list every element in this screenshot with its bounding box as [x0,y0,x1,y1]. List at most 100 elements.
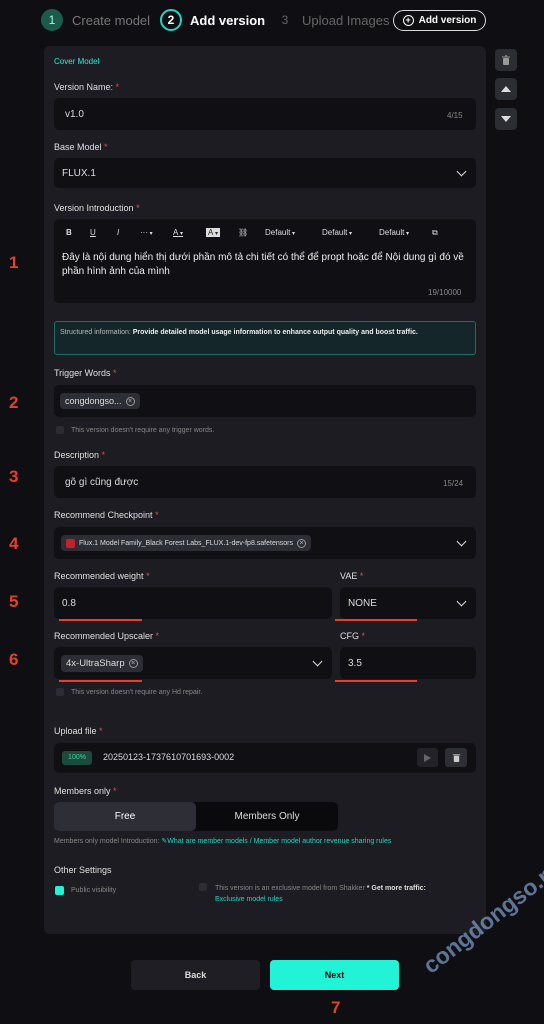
caret-down-icon: ▾ [290,231,296,237]
upscaler-chip-label: 4x-UltraSharp [66,658,125,669]
step-2-label[interactable]: Add version [190,13,265,28]
description-label: Description * [54,450,106,460]
recommended-upscaler-label: Recommended Upscaler * [54,631,160,641]
add-version-label: Add version [418,15,477,26]
play-button[interactable] [417,748,438,767]
no-hd-repair-checkbox[interactable] [56,688,64,696]
caret-down-icon: ▾ [148,231,153,237]
trash-icon [452,753,460,762]
upload-progress-badge: 100% [62,751,92,765]
annotation-marker-4: 4 [9,534,19,553]
annotation-marker-3: 3 [9,467,19,486]
close-icon[interactable]: × [125,396,135,406]
underline-button[interactable]: U [90,228,96,237]
cfg-label: CFG * [340,631,366,641]
public-visibility-label: Public visibility [71,887,117,894]
annotation-marker-7: 7 [331,998,341,1017]
annotation-underline [59,680,142,682]
section-title: Cover Model [54,57,100,66]
base-model-value: FLUX.1 [62,168,96,179]
annotation-underline [335,619,417,621]
delete-file-button[interactable] [445,748,467,767]
annotation-underline [59,619,142,621]
base-model-select[interactable] [54,158,476,188]
exclusive-rules-link[interactable]: Exclusive model rules [215,896,283,903]
description-count: 15/24 [443,479,464,488]
caret-down-icon: ▾ [347,231,353,237]
no-trigger-words-note: This version doesn't require any trigger… [71,427,215,434]
move-down-button[interactable] [495,108,517,130]
recommended-weight-label: Recommended weight * [54,571,150,581]
play-icon [424,753,431,762]
version-intro-text: Đây là nội dung hiển thị dưới phần mô tả… [62,252,464,277]
step-3-label[interactable]: Upload Images [302,13,389,28]
close-icon[interactable]: × [296,538,306,548]
other-settings-label: Other Settings [54,865,112,875]
vae-label: VAE * [340,571,364,581]
public-visibility-checkbox[interactable] [55,886,64,895]
caret-up-icon [501,86,511,92]
member-rules-link[interactable]: ✎What are member models / Member model a… [161,838,391,845]
line-height-select[interactable]: Default ▾ [379,228,409,237]
link-icon[interactable]: ⛓ [238,228,248,237]
insert-image-icon[interactable]: ⧉ [432,228,438,238]
no-hd-repair-note: This version doesn't require any Hd repa… [71,689,203,696]
exclusive-text: This version is an exclusive model from … [215,885,426,903]
step-1-number: 1 [41,9,63,31]
base-model-label: Base Model * [54,142,108,152]
exclusive-checkbox[interactable] [199,883,207,891]
step-2-number: 2 [160,9,182,31]
version-name-count: 4/15 [447,111,463,120]
version-name-label: Version Name: * [54,82,120,92]
trigger-words-label: Trigger Words * [54,368,117,378]
font-color-button[interactable]: A ▾ [173,228,183,237]
annotation-marker-1: 1 [9,253,19,272]
version-intro-label: Version Introduction * [54,203,140,213]
trash-icon [502,54,510,65]
members-intro: Members only model Introduction: ✎What a… [54,838,392,845]
checkpoint-logo-icon [66,538,75,548]
back-button[interactable]: Back [131,960,260,990]
cfg-value: 3.5 [348,658,362,669]
version-name-input[interactable] [54,98,476,130]
delete-version-button[interactable] [495,49,517,71]
annotation-marker-2: 2 [9,393,19,412]
upscaler-chip[interactable]: 4x-UltraSharp × [61,655,143,672]
no-trigger-words-checkbox[interactable] [56,426,64,434]
more-button[interactable]: ··· ▾ [140,228,153,237]
trigger-word-chip[interactable]: congdongso... × [60,393,140,409]
add-version-button[interactable]: + Add version [393,10,486,31]
caret-down-icon [501,116,511,122]
version-name-value: v1.0 [65,109,84,120]
description-value: gõ gì cũng được [65,477,139,488]
italic-button[interactable]: I [117,228,119,237]
upload-filename: 20250123-1737610701693-0002 [103,752,235,762]
bold-button[interactable]: B [66,228,72,237]
bg-color-button[interactable]: A ▾ [206,228,221,237]
annotation-marker-5: 5 [9,592,19,611]
caret-down-icon: ▾ [213,231,219,237]
checkpoint-chip-label: Flux.1 Model Family_Black Forest Labs_FL… [79,539,293,547]
recommended-weight-input[interactable] [54,587,332,619]
upload-file-label: Upload file * [54,726,103,736]
step-1-label[interactable]: Create model [72,13,150,28]
font-size-select[interactable]: Default ▾ [322,228,352,237]
annotation-marker-6: 6 [9,650,19,669]
font-family-select[interactable]: Default ▾ [265,228,295,237]
close-icon[interactable]: × [128,659,138,668]
move-up-button[interactable] [495,78,517,100]
caret-down-icon: ▾ [404,231,410,237]
step-3-number: 3 [281,13,289,27]
version-intro-count: 19/10000 [428,288,462,297]
vae-value: NONE [348,598,377,609]
structured-info-text: Structured information: Provide detailed… [60,329,418,336]
members-option-members-only[interactable]: Members Only [196,802,338,831]
members-option-free[interactable]: Free [54,802,196,831]
plus-circle-icon: + [402,15,414,26]
next-button[interactable]: Next [270,960,399,990]
trigger-word-chip-label: congdongso... [65,396,122,406]
recommend-checkpoint-label: Recommend Checkpoint * [54,510,159,520]
checkpoint-chip[interactable]: Flux.1 Model Family_Black Forest Labs_FL… [61,535,311,551]
recommended-weight-value: 0.8 [62,598,76,609]
members-only-label: Members only * [54,786,117,796]
